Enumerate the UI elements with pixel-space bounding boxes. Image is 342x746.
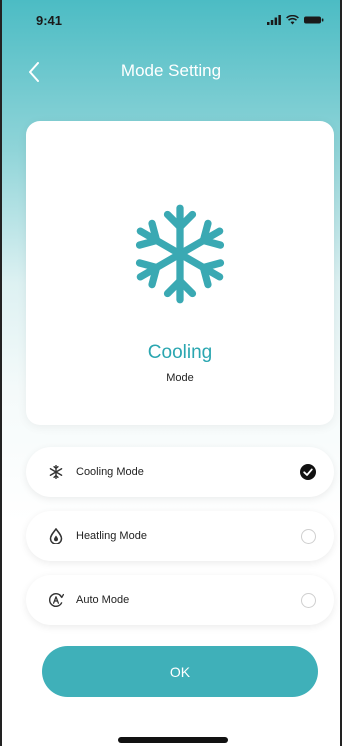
status-bar: 9:41: [2, 0, 340, 40]
snowflake-icon: [46, 462, 66, 482]
current-mode-subtitle: Mode: [166, 372, 194, 384]
option-heatling-mode[interactable]: Heatling Mode: [26, 511, 334, 561]
radio-unselected: [299, 591, 317, 609]
heat-drop-icon: [46, 526, 66, 546]
snowflake-icon: [135, 204, 225, 304]
wifi-icon: [286, 15, 299, 25]
battery-icon: [304, 16, 324, 24]
ok-button[interactable]: OK: [42, 646, 318, 697]
radio-circle: [300, 528, 316, 544]
option-auto-mode[interactable]: Auto Mode: [26, 575, 334, 625]
option-label: Auto Mode: [76, 594, 130, 606]
mode-display-card: Cooling Mode: [26, 121, 334, 425]
option-label: Cooling Mode: [76, 466, 144, 478]
option-cooling-mode[interactable]: Cooling Mode: [26, 447, 334, 497]
home-indicator: [118, 737, 228, 743]
signal-icon: [267, 15, 281, 25]
selected-check-icon: [299, 463, 317, 481]
phone-screen: 9:41 Mode Setting Cooling Mode Cooling M…: [0, 0, 342, 746]
current-mode-name: Cooling: [147, 342, 213, 363]
status-time: 9:41: [36, 12, 63, 28]
nav-bar: Mode Setting: [2, 54, 340, 90]
radio-circle: [300, 592, 316, 608]
system-icons: [267, 15, 324, 25]
auto-mode-icon: [46, 590, 66, 610]
option-label: Heatling Mode: [76, 530, 147, 542]
radio-unselected: [299, 527, 317, 545]
page-title: Mode Setting: [120, 61, 222, 80]
